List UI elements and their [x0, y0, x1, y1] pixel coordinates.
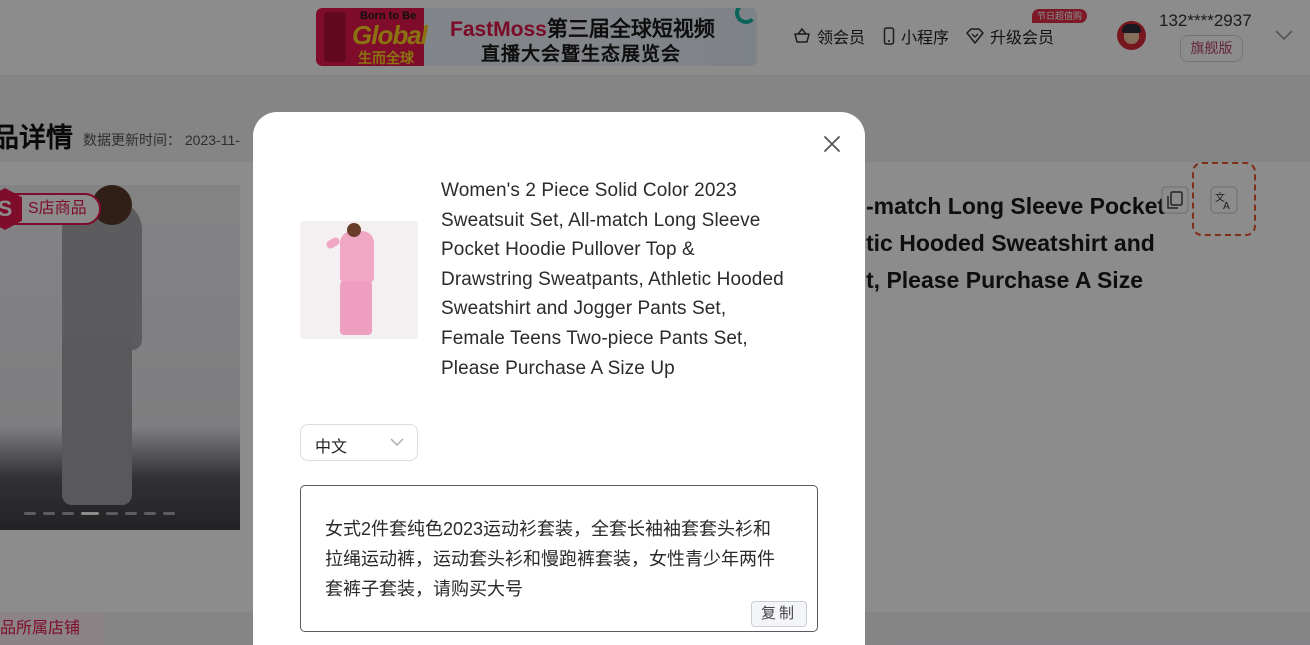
translation-modal: Women's 2 Piece Solid Color 2023 Sweatsu… — [253, 112, 865, 645]
page: Born to Be Global 生而全球 FastMoss第三届全球短视频 … — [0, 0, 1310, 645]
thumb-figure-head — [347, 223, 361, 237]
translation-output[interactable]: 女式2件套纯色2023运动衫套装，全套长袖袖套套头衫和拉绳运动裤，运动套头衫和慢… — [300, 485, 818, 632]
thumb-figure-arm — [324, 236, 342, 250]
language-select[interactable]: 中文 — [300, 424, 418, 461]
close-icon[interactable] — [822, 134, 842, 154]
thumb-figure-body — [340, 231, 374, 283]
thumb-figure-legs — [340, 281, 372, 335]
language-select-value: 中文 — [315, 439, 348, 456]
translation-text: 女式2件套纯色2023运动衫套装，全套长袖袖套套头衫和拉绳运动裤，运动套头衫和慢… — [325, 519, 775, 599]
product-thumbnail — [300, 221, 418, 339]
chevron-down-icon — [390, 438, 404, 446]
copy-translation-button[interactable]: 复制 — [751, 601, 807, 627]
original-product-title: Women's 2 Piece Solid Color 2023 Sweatsu… — [441, 180, 784, 379]
